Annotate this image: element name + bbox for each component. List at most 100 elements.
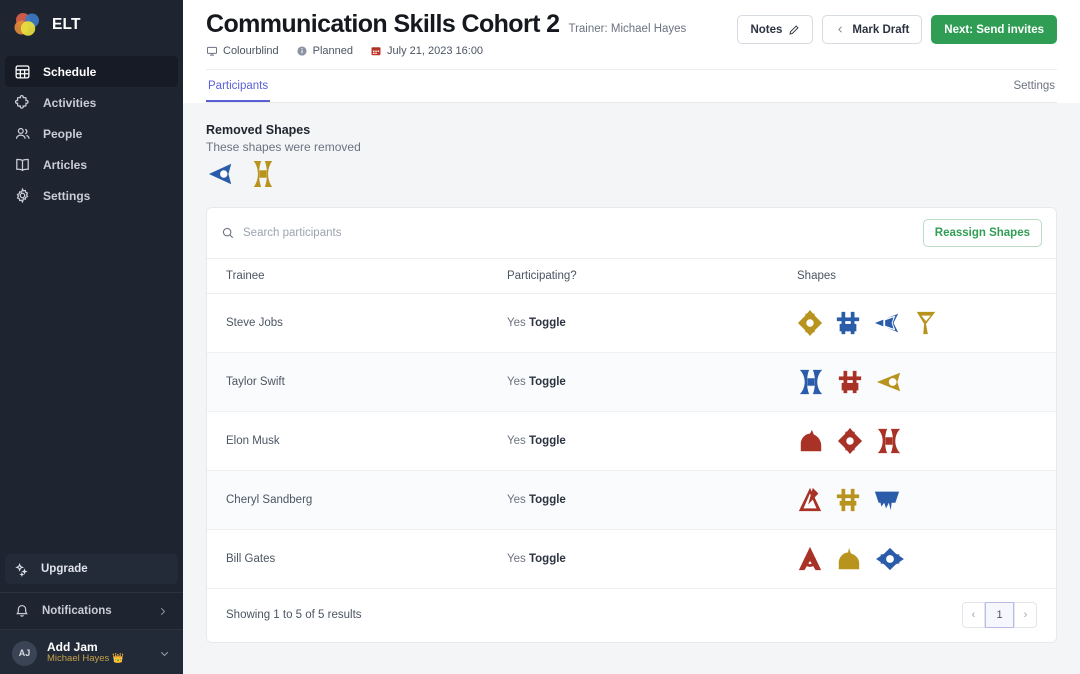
toggle-link[interactable]: Toggle: [529, 494, 566, 506]
mark-draft-label: Mark Draft: [852, 23, 910, 36]
column-header-participating: Participating?: [507, 257, 797, 294]
participating-text: Yes: [507, 552, 526, 565]
cell-participating: Yes Toggle: [507, 411, 797, 471]
color-circles-logo: [12, 10, 42, 40]
calendar-grid-icon: [14, 63, 31, 80]
trainer-label: Trainer: Michael Hayes: [568, 23, 687, 35]
shape-glyph: [873, 310, 901, 336]
sparkles-icon: [14, 562, 29, 577]
participants-card: Reassign Shapes Trainee Participating? S…: [206, 206, 1057, 643]
removed-shapes-section: Removed Shapes These shapes were removed: [206, 123, 1057, 188]
table-row[interactable]: Steve Jobs Yes Toggle: [207, 293, 1056, 353]
table-row[interactable]: Taylor Swift Yes Toggle: [207, 352, 1056, 412]
next-send-invites-button[interactable]: Next: Send invites: [931, 15, 1057, 44]
sidebar-item-label: Articles: [43, 157, 88, 172]
tabs: Participants Settings: [206, 68, 1057, 103]
toggle-link[interactable]: Toggle: [529, 376, 566, 388]
shape-glyph: [837, 427, 863, 455]
bell-icon: [14, 603, 30, 619]
toggle-link[interactable]: Toggle: [529, 317, 566, 329]
shape-list: [797, 427, 1056, 455]
toggle-link[interactable]: Toggle: [529, 435, 566, 447]
removed-shapes-title: Removed Shapes: [206, 122, 311, 137]
notifications-label: Notifications: [42, 605, 112, 617]
sidebar-item-schedule[interactable]: Schedule: [5, 56, 178, 87]
notes-label: Notes: [750, 23, 783, 36]
shape-list: [797, 368, 1056, 396]
pagination-page-1[interactable]: 1: [985, 601, 1014, 628]
sidebar-nav: Schedule Activities People Articles Sett…: [0, 56, 183, 211]
removed-shapes-list: [206, 160, 1057, 188]
meta-colourblind: Colourblind: [206, 45, 279, 57]
table-row[interactable]: Elon Musk Yes Toggle: [207, 411, 1056, 471]
table-row[interactable]: Bill Gates Yes Toggle: [207, 529, 1056, 589]
shape-glyph: [206, 161, 236, 187]
sidebar-item-articles[interactable]: Articles: [5, 149, 178, 180]
cell-participating: Yes Toggle: [507, 529, 797, 589]
user-subtitle: Michael Hayes 👑: [47, 653, 124, 665]
main-area: Communication Skills Cohort 2 Trainer: M…: [183, 0, 1080, 674]
shape-glyph: [837, 368, 863, 396]
chevron-right-icon: [156, 605, 169, 618]
brand[interactable]: ELT: [0, 0, 183, 50]
search-wrap[interactable]: [221, 226, 913, 240]
notifications-button[interactable]: Notifications: [0, 593, 183, 629]
meta-label: Planned: [312, 44, 354, 57]
upgrade-label: Upgrade: [41, 563, 88, 575]
cell-shapes: [797, 411, 1056, 471]
toggle-link[interactable]: Toggle: [529, 553, 566, 565]
pagination: ‹ 1 ›: [962, 601, 1037, 628]
tab-participants[interactable]: Participants: [206, 70, 271, 102]
shape-glyph: [835, 309, 861, 337]
pagination-prev[interactable]: ‹: [962, 601, 985, 628]
shape-list: [797, 545, 1056, 573]
column-header-shapes: Shapes: [797, 257, 1056, 294]
meta-status: Planned: [296, 45, 353, 57]
title-wrap: Communication Skills Cohort 2 Trainer: M…: [206, 10, 737, 57]
mark-draft-button[interactable]: Mark Draft: [822, 15, 923, 44]
sidebar-item-label: Settings: [43, 188, 91, 203]
meta-label: July 21, 2023 16:00: [387, 44, 484, 57]
meta-line: Colourblind Planned July 21, 2023 16:00: [206, 45, 737, 57]
participating-text: Yes: [507, 434, 526, 447]
shape-list: [797, 309, 1056, 337]
shape-glyph: [875, 427, 903, 455]
reassign-shapes-button[interactable]: Reassign Shapes: [922, 218, 1042, 247]
table-header-row: Trainee Participating? Shapes: [207, 257, 1056, 294]
sidebar: ELT Schedule Activities People Articles …: [0, 0, 183, 674]
tab-label: Participants: [208, 79, 269, 92]
avatar: AJ: [12, 640, 37, 666]
shape-glyph: [913, 309, 939, 337]
notes-button[interactable]: Notes: [737, 15, 814, 44]
shape-glyph: [797, 428, 825, 454]
app-root: ELT Schedule Activities People Articles …: [0, 0, 1080, 674]
open-book-icon: [14, 156, 31, 173]
cell-shapes: [797, 352, 1056, 412]
cell-shapes: [797, 293, 1056, 353]
table-row[interactable]: Cheryl Sandberg Yes Toggle: [207, 470, 1056, 530]
shape-glyph: [875, 546, 905, 572]
upgrade-button[interactable]: Upgrade: [5, 554, 178, 584]
cell-trainee: Taylor Swift: [207, 352, 507, 412]
search-icon: [221, 226, 235, 240]
content: Removed Shapes These shapes were removed: [183, 103, 1080, 643]
cell-shapes: [797, 529, 1056, 589]
table-body: Steve Jobs Yes Toggle Taylor Swift Yes T…: [207, 293, 1056, 589]
pagination-next[interactable]: ›: [1014, 601, 1037, 628]
topbar-flex: Communication Skills Cohort 2 Trainer: M…: [206, 10, 1057, 57]
people-icon: [14, 125, 31, 142]
shape-glyph: [835, 546, 863, 572]
tab-settings[interactable]: Settings: [1011, 70, 1057, 102]
sidebar-item-people[interactable]: People: [5, 118, 178, 149]
participating-value: Yes Toggle: [507, 317, 566, 329]
sidebar-item-settings[interactable]: Settings: [5, 180, 178, 211]
search-input[interactable]: [243, 226, 913, 239]
participants-table: Trainee Participating? Shapes Steve Jobs…: [207, 257, 1056, 589]
brand-name: ELT: [52, 16, 81, 33]
participating-text: Yes: [507, 493, 526, 506]
user-text: Add Jam Michael Hayes 👑: [47, 641, 124, 666]
sidebar-item-activities[interactable]: Activities: [5, 87, 178, 118]
presentation-icon: [206, 45, 218, 57]
user-account-row[interactable]: AJ Add Jam Michael Hayes 👑: [0, 630, 183, 674]
